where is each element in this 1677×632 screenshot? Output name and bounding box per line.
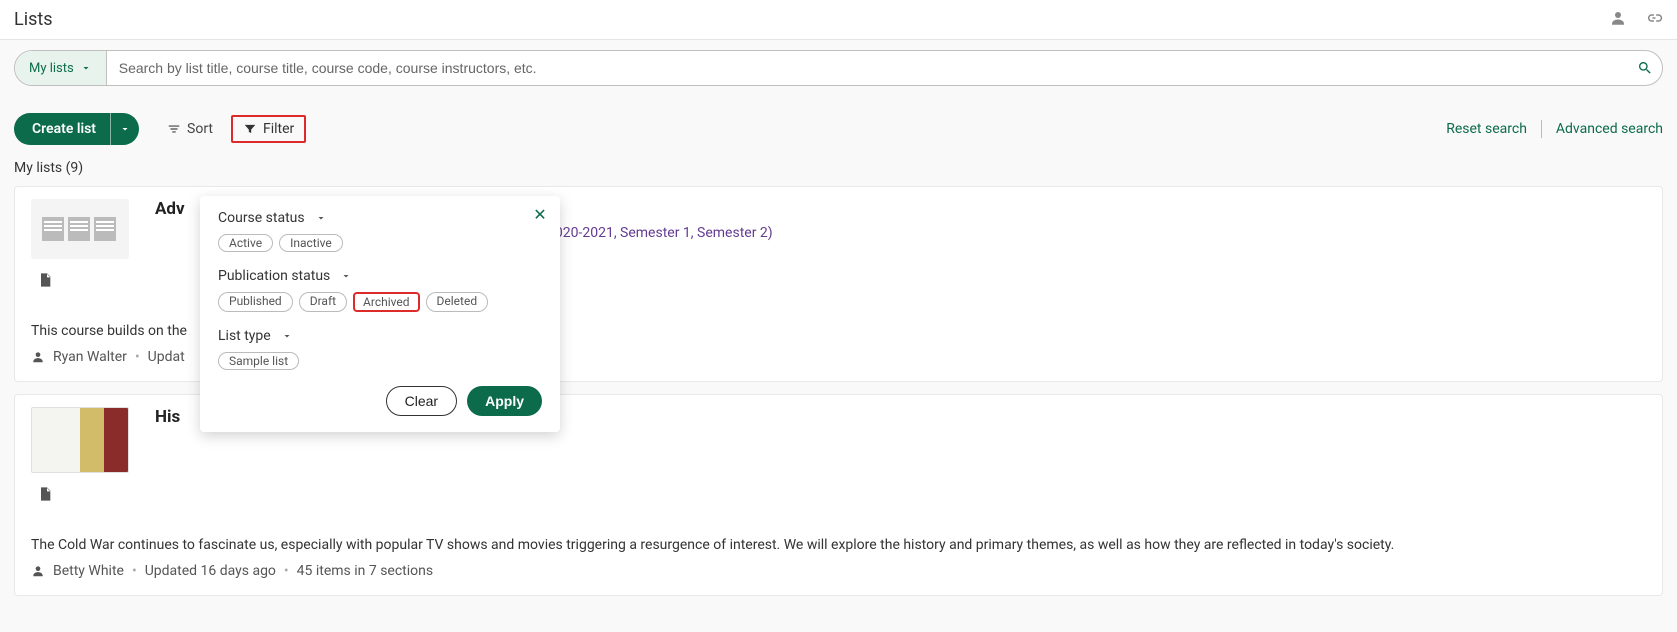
filter-group-title: Course status [218,210,305,226]
list-item-count: 45 items in 7 sections [297,563,433,579]
list-thumbnail [31,407,129,473]
search-scope-dropdown[interactable]: My lists [15,51,107,85]
separator [1541,120,1542,138]
list-updated: Updat [148,349,185,365]
list-description: The Cold War continues to fascinate us, … [31,537,1646,553]
sort-button[interactable]: Sort [157,115,223,143]
list-thumbnail-col [31,407,129,503]
filter-popover: ✕ Course status Active Inactive Publicat… [200,196,560,432]
list-author: Betty White [53,563,124,579]
filter-chips: Published Draft Archived Deleted [218,292,542,312]
close-button[interactable]: ✕ [530,204,550,224]
filter-group-list-type: List type Sample list [218,328,542,370]
filter-group-title: List type [218,328,271,344]
filter-actions: Clear Apply [218,386,542,416]
list-course-link[interactable]: ring (2020-2021, Semester 1, Semester 2) [515,225,1646,241]
create-list-dropdown-button[interactable] [111,113,139,145]
filter-chips: Active Inactive [218,234,542,252]
reset-search-link[interactable]: Reset search [1446,121,1527,137]
chevron-down-icon [315,212,327,224]
filter-group-title: Publication status [218,268,330,284]
create-list-label: Create list [32,121,96,137]
link-icon[interactable] [1645,9,1663,31]
search-input-wrap [107,51,1662,85]
list-author: Ryan Walter [53,349,127,365]
page-title: Lists [14,9,53,30]
search-icon [1637,60,1653,76]
header-icons [1609,9,1663,31]
filter-button[interactable]: Filter [231,115,306,143]
chevron-down-icon [281,330,293,342]
advanced-search-link[interactable]: Advanced search [1556,121,1663,137]
chevron-down-icon [340,270,352,282]
search-links: Reset search Advanced search [1446,120,1663,138]
filter-group-header[interactable]: List type [218,328,542,344]
search-input[interactable] [107,60,1628,76]
filter-chip-published[interactable]: Published [218,292,293,312]
filter-group-header[interactable]: Course status [218,210,542,226]
close-icon: ✕ [533,205,546,224]
user-icon[interactable] [1609,9,1627,31]
clear-button[interactable]: Clear [386,386,457,416]
filter-group-course-status: Course status Active Inactive [218,210,542,252]
apply-button[interactable]: Apply [467,386,542,416]
filter-icon [243,122,257,136]
filter-chip-sample-list[interactable]: Sample list [218,352,299,370]
filter-chip-inactive[interactable]: Inactive [279,234,343,252]
file-icon [37,271,53,289]
list-count-label: My lists (9) [14,160,1663,176]
toolbar: Create list Sort Filter Reset search Adv… [14,112,1663,146]
list-updated: Updated 16 days ago [145,563,276,579]
page-header: Lists [0,0,1677,40]
list-thumbnail [31,199,129,259]
content-area: My lists Create list Sort Filter [0,40,1677,632]
filter-label: Filter [263,121,294,137]
search-bar: My lists [14,50,1663,86]
filter-chips: Sample list [218,352,542,370]
list-meta: Betty White • Updated 16 days ago • 45 i… [31,563,1646,579]
filter-chip-active[interactable]: Active [218,234,273,252]
create-list-button[interactable]: Create list [14,113,111,145]
person-icon [31,350,45,364]
list-thumbnail-col [31,199,129,289]
filter-group-header[interactable]: Publication status [218,268,542,284]
sort-label: Sort [187,121,213,137]
search-scope-label: My lists [29,61,74,76]
file-icon [37,485,53,503]
chevron-down-icon [80,62,92,74]
filter-chip-deleted[interactable]: Deleted [426,292,489,312]
filter-chip-archived[interactable]: Archived [353,292,419,312]
chevron-down-icon [119,123,131,135]
sort-icon [167,122,181,136]
filter-chip-draft[interactable]: Draft [299,292,347,312]
person-icon [31,564,45,578]
filter-group-publication-status: Publication status Published Draft Archi… [218,268,542,312]
search-submit-button[interactable] [1628,60,1662,76]
create-list-group: Create list [14,113,139,145]
